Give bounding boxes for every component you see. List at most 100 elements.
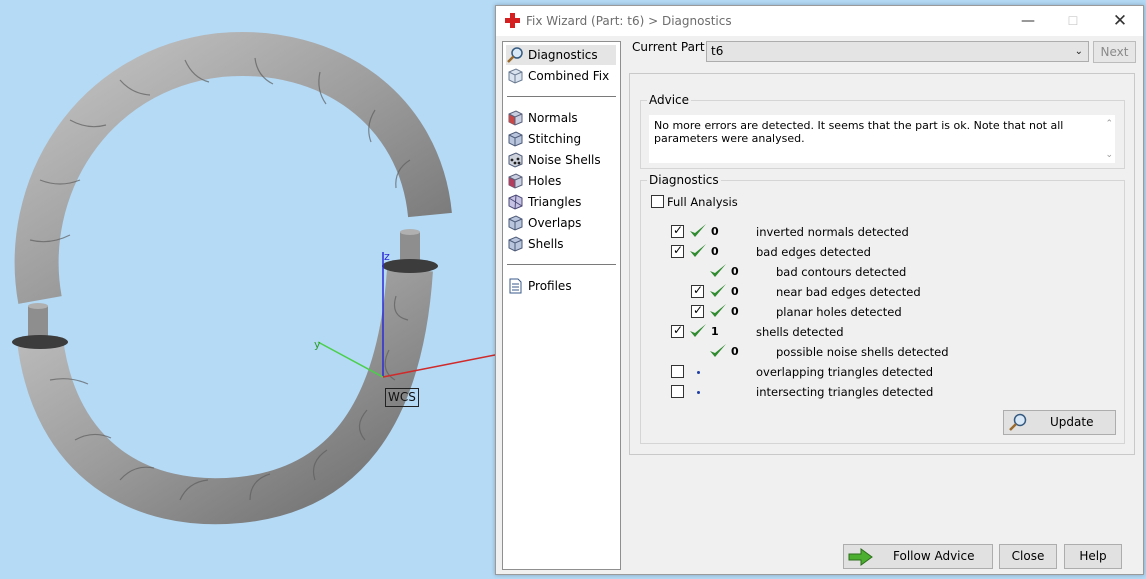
checkmark-icon: ✓ [673,243,684,257]
advice-textbox[interactable]: No more errors are detected. It seems th… [649,115,1115,163]
nav-label: Shells [528,237,564,251]
row-checkbox[interactable]: ✓ [671,243,684,258]
pending-dot-icon [697,391,700,394]
green-check-icon [710,304,726,317]
fix-wizard-dialog: Fix Wizard (Part: t6) > Diagnostics — ☐ … [495,5,1144,575]
nav-label: Stitching [528,132,582,146]
nav-item-diagnostics[interactable]: Diagnostics [506,45,616,65]
green-check-icon [710,264,726,277]
row-checkbox[interactable]: ✓ [671,323,684,338]
green-check-icon [710,284,726,297]
title-bar[interactable]: Fix Wizard (Part: t6) > Diagnostics — ☐ … [496,6,1143,36]
advice-text: No more errors are detected. It seems th… [654,119,1064,145]
nav-item-shells[interactable]: Shells [506,234,616,254]
nav-item-profiles[interactable]: Profiles [506,276,616,296]
row-checkbox[interactable] [671,385,684,398]
cube-blue-icon [508,215,523,231]
3d-viewport[interactable]: z y WCS [0,0,500,579]
update-button[interactable]: Update [1003,410,1116,435]
cube-red-icon [508,173,523,189]
row-label: near bad edges detected [776,285,921,299]
row-count: 1 [711,325,719,338]
document-icon [509,278,522,294]
scroll-down-icon[interactable]: ⌄ [1105,150,1113,160]
diagnostics-title: Diagnostics [647,173,721,187]
current-part-value: t6 [711,44,724,58]
row-label: possible noise shells detected [776,345,949,359]
wcs-label: WCS [385,388,419,407]
row-label: planar holes detected [776,305,902,319]
row-count: 0 [731,345,739,358]
follow-advice-button[interactable]: Follow Advice [843,544,993,569]
magnifier-icon [1009,413,1027,431]
next-button[interactable]: Next [1093,41,1136,63]
row-checkbox[interactable] [671,365,684,378]
nav-item-normals[interactable]: Normals [506,108,616,128]
row-count: 0 [731,305,739,318]
nav-divider [507,96,616,97]
current-part-label: Current Part: [632,40,709,54]
window-title: Fix Wizard (Part: t6) > Diagnostics [526,14,732,28]
checkmark-icon: ✓ [693,283,704,297]
current-part-select[interactable]: t6 ⌄ [706,41,1089,62]
nav-item-combined-fix[interactable]: Combined Fix [506,66,616,86]
green-check-icon [690,224,706,237]
cube-blue-icon [508,131,523,147]
advice-title: Advice [647,93,692,107]
checkmark-icon: ✓ [673,323,684,337]
pending-dot-icon [697,371,700,374]
nav-label: Combined Fix [528,69,610,83]
nav-item-triangles[interactable]: Triangles [506,192,616,212]
row-label: intersecting triangles detected [756,385,934,399]
nav-item-noise-shells[interactable]: Noise Shells [506,150,616,170]
cube-red-icon [508,110,523,126]
green-check-icon [710,344,726,357]
green-check-icon [690,244,706,257]
row-count: 0 [711,245,719,258]
y-axis-label: y [314,338,321,351]
nav-label: Overlaps [528,216,582,230]
nav-item-stitching[interactable]: Stitching [506,129,616,149]
nav-label: Diagnostics [528,48,598,62]
row-checkbox[interactable]: ✓ [691,303,704,318]
close-window-button[interactable]: ✕ [1106,10,1134,32]
full-analysis-label: Full Analysis [667,195,738,209]
row-label: bad contours detected [776,265,907,279]
checkmark-icon: ✓ [693,303,704,317]
row-label: overlapping triangles detected [756,365,934,379]
scroll-up-icon[interactable]: ⌃ [1105,119,1113,129]
row-count: 0 [731,265,739,278]
advice-group: Advice No more errors are detected. It s… [640,93,1125,169]
help-button[interactable]: Help [1064,544,1122,569]
red-cross-icon [505,13,520,28]
minimize-button[interactable]: — [1014,10,1042,32]
close-button[interactable]: Close [999,544,1057,569]
row-checkbox[interactable]: ✓ [671,223,684,238]
nav-item-holes[interactable]: Holes [506,171,616,191]
cube-icon [508,68,523,84]
diagnostics-panel: Advice No more errors are detected. It s… [629,73,1135,455]
nav-divider [507,264,616,265]
diagnostics-group: Diagnostics Full Analysis ✓ 0 inverted nor… [640,173,1125,444]
green-check-icon [690,324,706,337]
fix-wizard-nav: Diagnostics Combined Fix Normals Stitchi… [502,41,621,570]
row-count: 0 [711,225,719,238]
nav-label: Normals [528,111,578,125]
full-analysis-checkbox[interactable] [651,195,664,208]
nav-label: Triangles [528,195,582,209]
cube-blue-icon [508,236,523,252]
chevron-down-icon: ⌄ [1074,46,1083,57]
nav-label: Holes [528,174,562,188]
row-label: shells detected [756,325,844,339]
nav-label: Noise Shells [528,153,601,167]
follow-advice-label: Follow Advice [893,549,975,563]
row-checkbox[interactable]: ✓ [691,283,704,298]
dots-cube-icon [508,152,523,168]
maximize-button[interactable]: ☐ [1059,10,1087,32]
model-render: z y [12,32,500,525]
nav-item-overlaps[interactable]: Overlaps [506,213,616,233]
row-count: 0 [731,285,739,298]
checkmark-icon: ✓ [673,223,684,237]
row-label: inverted normals detected [756,225,909,239]
z-axis-label: z [384,250,390,263]
